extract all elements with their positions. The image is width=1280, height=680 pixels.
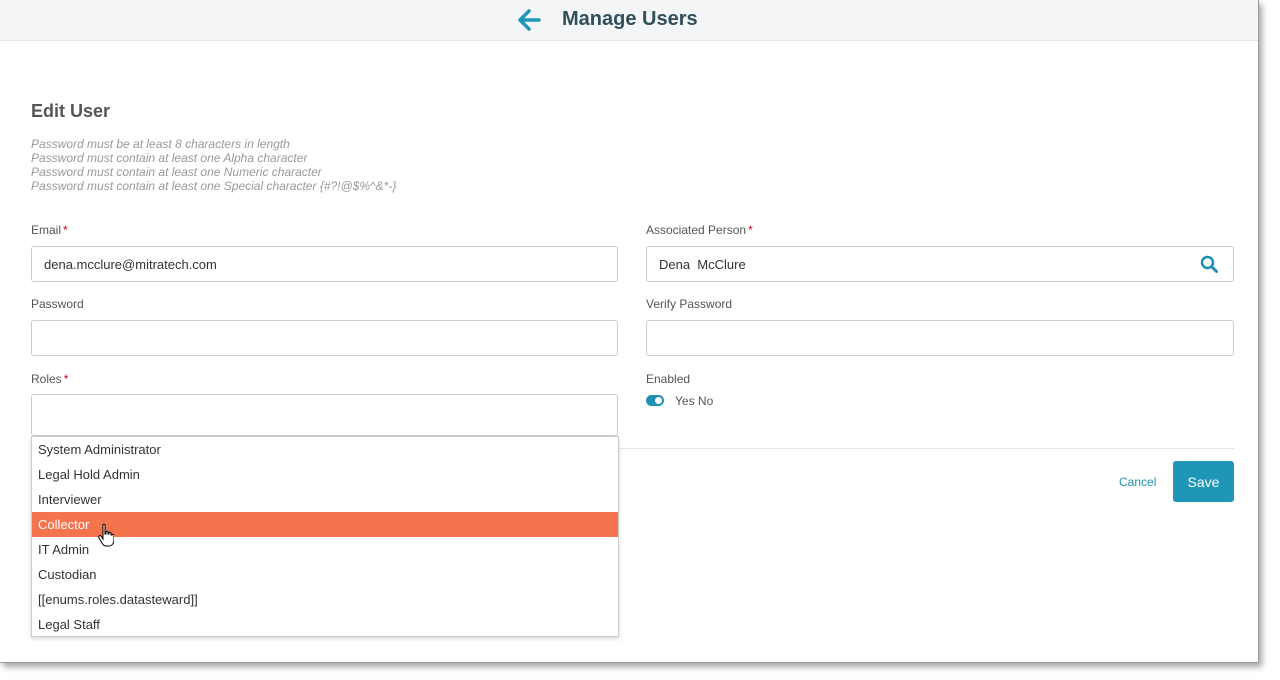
enabled-toggle-text: Yes No (675, 394, 714, 408)
password-label: Password (31, 297, 84, 311)
role-option[interactable]: [[enums.roles.datasteward]] (32, 587, 618, 612)
email-label: Email * (31, 223, 68, 237)
password-rule: Password must contain at least one Numer… (31, 165, 322, 179)
section-title: Edit User (31, 101, 111, 121)
required-marker: * (63, 372, 69, 386)
hand-cursor-icon (98, 523, 114, 547)
role-option[interactable]: Custodian (32, 562, 618, 587)
enabled-label: Enabled (646, 372, 691, 386)
search-icon[interactable] (1200, 255, 1218, 273)
verify-password-label: Verify Password (646, 297, 733, 311)
password-rule: Password must contain at least one Alpha… (31, 151, 308, 165)
required-marker: * (63, 223, 68, 237)
role-option[interactable]: IT Admin (32, 537, 618, 562)
cancel-button[interactable]: Cancel (1119, 475, 1156, 489)
role-option[interactable]: System Administrator (32, 437, 618, 462)
save-button[interactable]: Save (1173, 461, 1234, 502)
page-title: Manage Users (562, 8, 698, 30)
password-field[interactable] (31, 320, 618, 356)
associated-person-label: Associated Person * (646, 223, 753, 237)
roles-dropdown: System Administrator Legal Hold Admin In… (31, 436, 619, 637)
arrow-left-icon[interactable] (517, 9, 541, 31)
password-rule: Password must be at least 8 characters i… (31, 137, 290, 151)
app-window: Manage Users Edit User Password must be … (0, 0, 1259, 663)
password-rule: Password must contain at least one Speci… (31, 179, 397, 193)
role-option[interactable]: Interviewer (32, 487, 618, 512)
required-marker: * (748, 223, 753, 237)
email-field[interactable] (31, 246, 618, 282)
role-option[interactable]: Legal Hold Admin (32, 462, 618, 487)
role-option-highlighted[interactable]: Collector (32, 512, 618, 537)
role-option[interactable]: Legal Staff (32, 612, 618, 637)
page-header: Manage Users (0, 0, 1258, 41)
roles-label: Roles * (31, 372, 69, 386)
password-rules: Password must be at least 8 characters i… (31, 137, 396, 193)
enabled-toggle[interactable] (646, 395, 664, 406)
associated-person-container (646, 246, 1234, 282)
divider (618, 448, 1234, 449)
associated-person-field[interactable] (646, 246, 1234, 282)
verify-password-field[interactable] (646, 320, 1234, 356)
roles-input[interactable] (31, 394, 618, 436)
